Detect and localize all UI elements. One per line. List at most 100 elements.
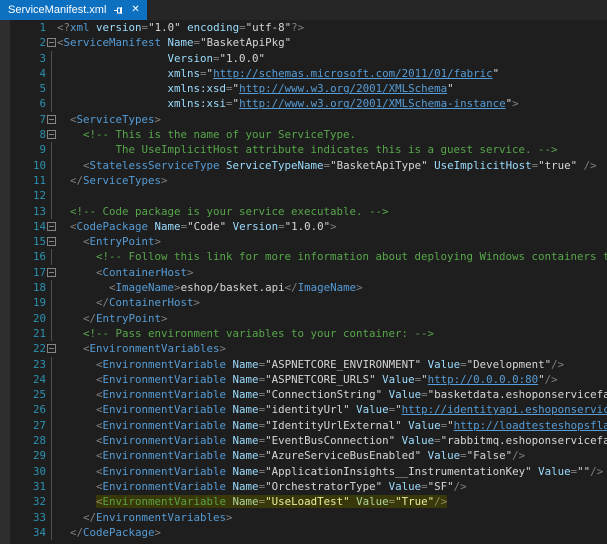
code-text[interactable]: <EnvironmentVariable Name="UseLoadTest" … — [57, 494, 447, 509]
code-text[interactable]: <ImageName>eshop/basket.api</ImageName> — [57, 280, 363, 295]
code-text[interactable]: <ServiceTypes> — [57, 112, 161, 127]
fold-collapse-icon[interactable] — [46, 112, 57, 127]
line-number: 33 — [0, 510, 46, 525]
fold-guide — [46, 158, 57, 173]
fold-collapse-icon[interactable] — [46, 265, 57, 280]
code-line: 7 <ServiceTypes> — [0, 112, 607, 127]
line-number: 9 — [0, 142, 46, 157]
line-number: 10 — [0, 158, 46, 173]
code-text[interactable]: </CodePackage> — [57, 525, 161, 540]
close-icon[interactable]: ✕ — [131, 5, 139, 15]
code-line: 24 <EnvironmentVariable Name="ASPNETCORE… — [0, 372, 607, 387]
code-line: 15 <EntryPoint> — [0, 234, 607, 249]
fold-guide — [46, 418, 57, 433]
code-text[interactable]: <EnvironmentVariable Name="AzureServiceB… — [57, 448, 525, 463]
fold-collapse-icon[interactable] — [46, 234, 57, 249]
pin-icon[interactable] — [113, 5, 124, 16]
tab-bar: ServiceManifest.xml ✕ — [0, 0, 607, 20]
code-text[interactable]: </EntryPoint> — [57, 311, 168, 326]
line-number: 2 — [0, 35, 46, 50]
fold-guide — [46, 51, 57, 66]
fold-collapse-icon[interactable] — [46, 127, 57, 142]
code-text[interactable]: <EnvironmentVariable Name="identityUrl" … — [57, 402, 607, 417]
code-line: 23 <EnvironmentVariable Name="ASPNETCORE… — [0, 357, 607, 372]
code-text[interactable]: </ServiceTypes> — [57, 173, 168, 188]
line-number: 5 — [0, 81, 46, 96]
fold-collapse-icon[interactable] — [46, 219, 57, 234]
line-number: 3 — [0, 51, 46, 66]
fold-guide — [46, 295, 57, 310]
code-text[interactable]: The UseImplicitHost attribute indicates … — [57, 142, 558, 157]
code-text[interactable]: xmlns:xsd="http://www.w3.org/2001/XMLSch… — [57, 81, 454, 96]
line-number: 16 — [0, 249, 46, 264]
fold-guide — [46, 249, 57, 264]
line-number: 14 — [0, 219, 46, 234]
line-number: 23 — [0, 357, 46, 372]
fold-guide — [46, 387, 57, 402]
fold-guide — [46, 188, 57, 203]
line-number: 8 — [0, 127, 46, 142]
code-line: 13 <!-- Code package is your service exe… — [0, 204, 607, 219]
code-line: 29 <EnvironmentVariable Name="AzureServi… — [0, 448, 607, 463]
fold-guide — [46, 96, 57, 111]
code-text[interactable]: <CodePackage Name="Code" Version="1.0.0"… — [57, 219, 337, 234]
code-line: 5 xmlns:xsd="http://www.w3.org/2001/XMLS… — [0, 81, 607, 96]
code-line: 6 xmlns:xsi="http://www.w3.org/2001/XMLS… — [0, 96, 607, 111]
code-text[interactable]: <ServiceManifest Name="BasketApiPkg" — [57, 35, 291, 50]
code-text[interactable]: <EnvironmentVariable Name="ConnectionStr… — [57, 387, 607, 402]
code-text[interactable]: <StatelessServiceType ServiceTypeName="B… — [57, 158, 597, 173]
fold-guide — [46, 20, 57, 35]
line-number: 20 — [0, 311, 46, 326]
code-text[interactable]: Version="1.0.0" — [57, 51, 265, 66]
code-text[interactable]: <!-- Pass environment variables to your … — [57, 326, 434, 341]
code-line: 9 The UseImplicitHost attribute indicate… — [0, 142, 607, 157]
fold-guide — [46, 372, 57, 387]
code-text[interactable]: xmlns:xsi="http://www.w3.org/2001/XMLSch… — [57, 96, 519, 111]
line-number: 24 — [0, 372, 46, 387]
code-text[interactable]: <EnvironmentVariable Name="ASPNETCORE_EN… — [57, 357, 564, 372]
code-line: 16 <!-- Follow this link for more inform… — [0, 249, 607, 264]
code-line: 4 xmlns="http://schemas.microsoft.com/20… — [0, 66, 607, 81]
code-line: 19 </ContainerHost> — [0, 295, 607, 310]
fold-guide — [46, 494, 57, 509]
code-line: 31 <EnvironmentVariable Name="Orchestrat… — [0, 479, 607, 494]
line-number: 12 — [0, 188, 46, 203]
code-line: 25 <EnvironmentVariable Name="Connection… — [0, 387, 607, 402]
line-number: 7 — [0, 112, 46, 127]
code-line: 20 </EntryPoint> — [0, 311, 607, 326]
code-text[interactable]: <?xml version="1.0" encoding="utf-8"?> — [57, 20, 304, 35]
code-line: 12 — [0, 188, 607, 203]
code-line: 10 <StatelessServiceType ServiceTypeName… — [0, 158, 607, 173]
code-text[interactable]: <EnvironmentVariable Name="IdentityUrlEx… — [57, 418, 607, 433]
fold-guide — [46, 433, 57, 448]
code-text[interactable]: xmlns="http://schemas.microsoft.com/2011… — [57, 66, 499, 81]
code-line: 3 Version="1.0.0" — [0, 51, 607, 66]
fold-guide — [46, 510, 57, 525]
code-text[interactable]: </EnvironmentVariables> — [57, 510, 233, 525]
code-text[interactable]: <!-- Code package is your service execut… — [57, 204, 389, 219]
code-editor[interactable]: 1<?xml version="1.0" encoding="utf-8"?>2… — [0, 20, 607, 544]
code-line: 28 <EnvironmentVariable Name="EventBusCo… — [0, 433, 607, 448]
code-text[interactable]: <EnvironmentVariable Name="ASPNETCORE_UR… — [57, 372, 558, 387]
code-line: 22 <EnvironmentVariables> — [0, 341, 607, 356]
code-line: 2 <ServiceManifest Name="BasketApiPkg" — [0, 35, 607, 50]
code-text[interactable]: <EnvironmentVariables> — [57, 341, 226, 356]
line-number: 30 — [0, 464, 46, 479]
code-text[interactable]: <!-- Follow this link for more informati… — [57, 249, 607, 264]
code-area: 1<?xml version="1.0" encoding="utf-8"?>2… — [0, 20, 607, 540]
code-text[interactable]: <EnvironmentVariable Name="OrchestratorT… — [57, 479, 467, 494]
line-number: 25 — [0, 387, 46, 402]
tab-servicemanifest[interactable]: ServiceManifest.xml ✕ — [0, 0, 147, 20]
line-number: 29 — [0, 448, 46, 463]
fold-guide — [46, 280, 57, 295]
code-text[interactable]: <!-- This is the name of your ServiceTyp… — [57, 127, 356, 142]
fold-collapse-icon[interactable] — [46, 341, 57, 356]
fold-guide — [46, 204, 57, 219]
line-number: 28 — [0, 433, 46, 448]
code-text[interactable]: </ContainerHost> — [57, 295, 200, 310]
code-text[interactable]: <EnvironmentVariable Name="EventBusConne… — [57, 433, 607, 448]
code-text[interactable]: <EnvironmentVariable Name="ApplicationIn… — [57, 464, 603, 479]
fold-collapse-icon[interactable] — [46, 35, 57, 50]
code-text[interactable]: <EntryPoint> — [57, 234, 161, 249]
code-text[interactable]: <ContainerHost> — [57, 265, 194, 280]
